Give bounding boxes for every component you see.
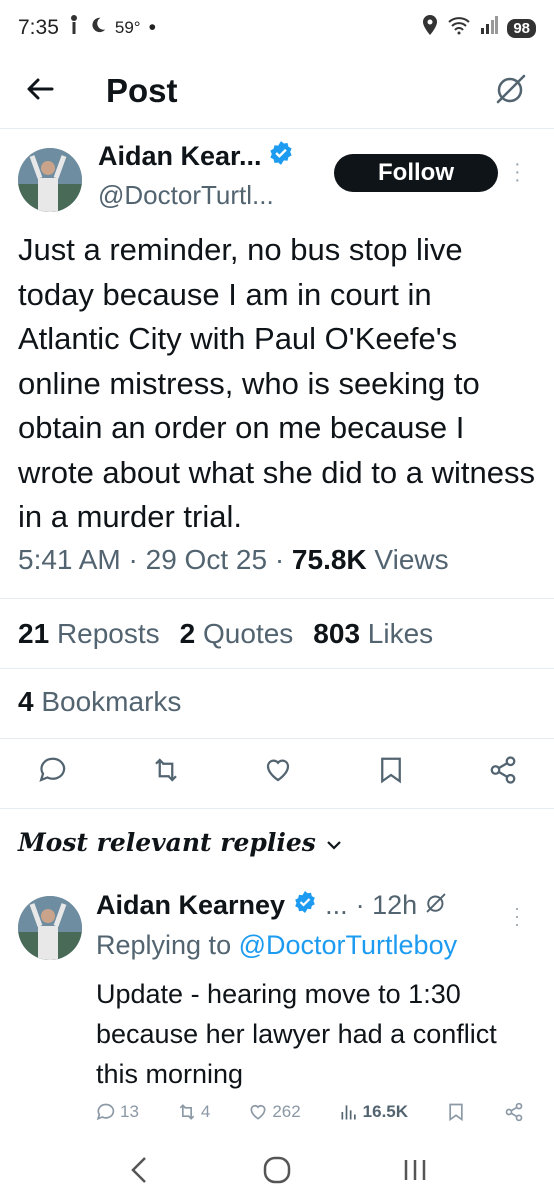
post-date: 29 Oct 25 xyxy=(145,544,268,575)
reply-replies-count: 13 xyxy=(120,1102,139,1121)
signal-icon xyxy=(480,16,499,40)
notification-icon xyxy=(67,14,81,42)
post-time: 5:41 AM xyxy=(18,544,121,575)
reply-age: · 12h xyxy=(355,890,418,920)
engagement-stats: 21 Reposts 2 Quotes 803 Likes xyxy=(18,618,433,650)
post-actions xyxy=(38,752,518,792)
more-options-icon[interactable]: · · · xyxy=(514,154,521,190)
reply-reposts-button[interactable]: 4 xyxy=(177,1102,210,1122)
status-temperature: 59° xyxy=(114,18,141,37)
back-arrow-icon[interactable] xyxy=(26,77,54,106)
reply-likes-button[interactable]: 262 xyxy=(248,1102,301,1122)
nav-recents-icon[interactable] xyxy=(390,1145,440,1195)
views-count: 75.8K xyxy=(291,544,367,575)
wifi-icon xyxy=(447,15,471,41)
reply-views-button[interactable]: 16.5K xyxy=(339,1102,408,1122)
bookmark-icon[interactable] xyxy=(376,755,406,790)
replies-sort-dropdown[interactable]: Most relevant replies xyxy=(18,828,342,857)
views-label[interactable]: Views xyxy=(374,544,448,575)
battery-indicator: 98 xyxy=(507,18,536,38)
post-text: Just a reminder, no bus stop live today … xyxy=(18,232,535,534)
reply-header: Aidan Kearney ... · 12h xyxy=(96,890,447,921)
reply-reposts-count: 4 xyxy=(200,1102,211,1121)
author-name[interactable]: Aidan Kear... xyxy=(98,140,294,173)
status-bar: 7:35 59° • 98 xyxy=(0,0,554,56)
replying-to: Replying to @DoctorTurtleboy xyxy=(96,930,457,961)
reply-more-options-icon[interactable]: · · · xyxy=(514,899,520,933)
reply-author-name[interactable]: Aidan Kearney xyxy=(96,890,285,921)
views-icon xyxy=(341,1105,356,1120)
system-navigation-bar xyxy=(0,1140,554,1200)
author-handle[interactable]: @DoctorTurtl... xyxy=(98,180,274,211)
stats-divider xyxy=(0,668,554,669)
share-icon xyxy=(505,1102,523,1122)
moon-icon xyxy=(89,16,107,40)
header-divider xyxy=(0,128,554,129)
reply-avatar[interactable] xyxy=(18,896,82,960)
follow-button[interactable]: Follow xyxy=(334,154,498,192)
author-name-text: Aidan Kear... xyxy=(98,141,262,171)
bookmarks-stat[interactable]: 4 Bookmarks xyxy=(18,686,181,718)
reply-replies-button[interactable]: 13 xyxy=(96,1102,139,1122)
reply-text: Update - hearing move to 1:30 because he… xyxy=(96,979,497,1089)
repost-icon[interactable] xyxy=(151,755,181,790)
like-icon[interactable] xyxy=(263,755,293,790)
meta-divider xyxy=(0,598,554,599)
post-meta: 5:41 AM · 29 Oct 25 · 75.8K Views xyxy=(18,544,449,575)
reply-icon[interactable] xyxy=(38,755,68,790)
grok-icon[interactable] xyxy=(425,890,447,921)
verified-badge-icon xyxy=(268,140,294,173)
replying-handle[interactable]: @DoctorTurtleboy xyxy=(239,930,457,960)
quotes-stat[interactable]: 2 Quotes xyxy=(180,618,294,650)
location-icon xyxy=(422,15,438,41)
likes-stat[interactable]: 803 Likes xyxy=(313,618,433,650)
dot-icon: • xyxy=(148,16,156,39)
reply-actions: 13 4 262 16.5K xyxy=(96,1102,524,1122)
replies-sort-label: Most relevant replies xyxy=(18,828,316,857)
nav-back-icon[interactable] xyxy=(114,1145,164,1195)
verified-badge-icon xyxy=(293,890,317,921)
reposts-stat[interactable]: 21 Reposts xyxy=(18,618,160,650)
bookmarks-divider xyxy=(0,738,554,739)
reply-share-button[interactable] xyxy=(504,1102,524,1122)
share-icon[interactable] xyxy=(488,755,518,790)
post-author: Aidan Kear... @DoctorTurtl... Follow · · · xyxy=(18,140,538,220)
chevron-down-icon xyxy=(326,828,342,857)
avatar[interactable] xyxy=(18,148,82,212)
reply-views-count: 16.5K xyxy=(362,1102,409,1121)
like-icon xyxy=(250,1104,266,1120)
bookmark-icon xyxy=(449,1103,463,1122)
replying-prefix: Replying to xyxy=(96,930,232,960)
reply-likes-count: 262 xyxy=(272,1102,301,1121)
grok-icon[interactable] xyxy=(494,72,528,111)
page-title: Post xyxy=(106,72,178,109)
reply-icon xyxy=(96,1103,115,1121)
reply-ellipsis: ... xyxy=(325,890,348,920)
actions-divider xyxy=(0,808,554,809)
reply-bookmark-button[interactable] xyxy=(446,1102,466,1122)
repost-icon xyxy=(179,1104,195,1120)
status-time: 7:35 xyxy=(18,16,59,39)
nav-home-icon[interactable] xyxy=(252,1145,302,1195)
header: Post xyxy=(0,56,554,126)
